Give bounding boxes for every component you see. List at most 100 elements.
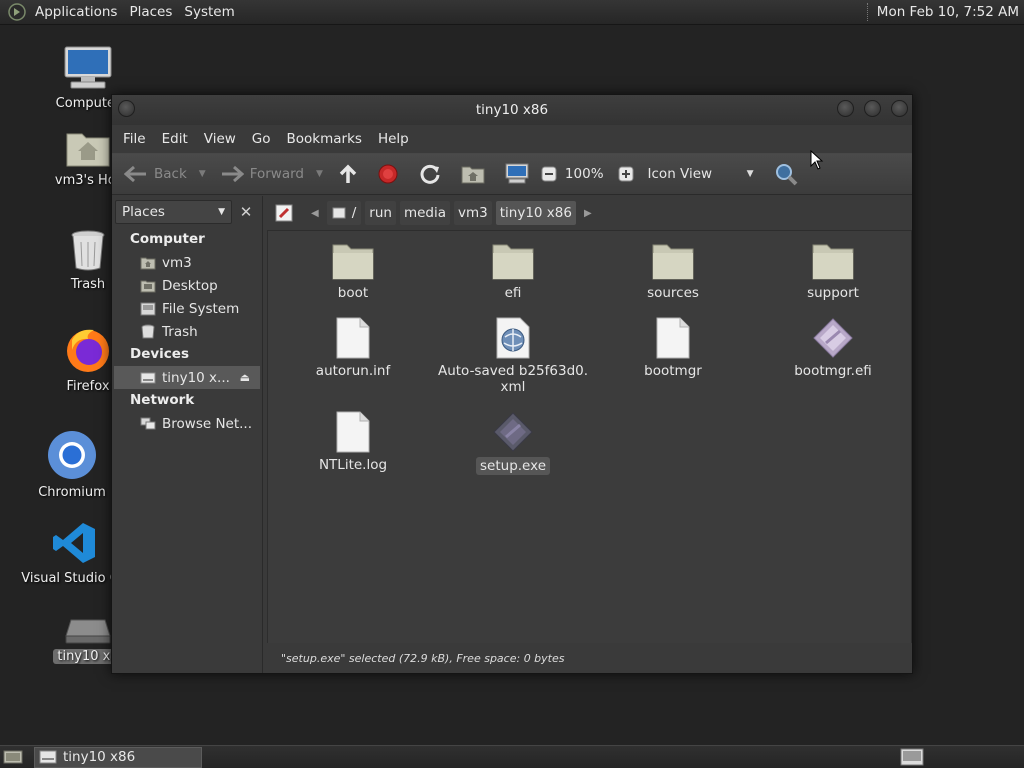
workspace-switcher[interactable] [898, 747, 926, 767]
up-arrow-icon [339, 164, 357, 183]
taskbar-item-tiny10[interactable]: tiny10 x86 [34, 746, 202, 768]
edit-location-button[interactable] [271, 201, 297, 225]
sidebar-item-tiny10[interactable]: tiny10 x... ⏏ [114, 366, 260, 389]
bottom-panel: tiny10 x86 [0, 745, 1024, 768]
folder-icon [652, 244, 694, 280]
view-mode-select[interactable]: Icon View ▼ [638, 166, 762, 182]
folder-icon [492, 244, 534, 280]
computer-button[interactable] [501, 159, 533, 189]
trash-icon [71, 230, 105, 271]
close-side-pane-button[interactable]: ✕ [234, 200, 258, 224]
executable-icon [813, 318, 853, 358]
eject-icon[interactable]: ⏏ [240, 371, 250, 384]
breadcrumb-media[interactable]: media [399, 201, 450, 225]
breadcrumb-left-arrow[interactable]: ◀ [303, 208, 327, 219]
vscode-icon [53, 523, 95, 563]
file-item-auto-saved-xml[interactable]: Auto-saved b25f63d0. xml [433, 317, 593, 395]
show-desktop-button[interactable] [0, 746, 26, 768]
zoom-in-icon [618, 166, 634, 182]
breadcrumb-root[interactable]: / [326, 201, 362, 225]
breadcrumb-vm3[interactable]: vm3 [454, 201, 492, 225]
maximize-button[interactable] [864, 100, 881, 117]
menubar: File Edit View Go Bookmarks Help [112, 125, 912, 153]
close-button[interactable] [891, 100, 908, 117]
sidebar-item-trash[interactable]: Trash [112, 320, 262, 343]
file-item-sources[interactable]: sources [593, 241, 753, 301]
stop-button[interactable] [373, 159, 403, 189]
file-label: autorun.inf [315, 363, 391, 379]
window-menu-button[interactable] [118, 100, 135, 117]
drive-icon [65, 619, 111, 644]
applications-logo-icon[interactable] [6, 1, 28, 23]
file-label: efi [504, 285, 522, 301]
file-label: boot [337, 285, 369, 301]
file-item-setup-exe[interactable]: setup.exe [433, 411, 593, 475]
folder-icon [332, 244, 374, 280]
side-pane-selector[interactable]: Places ▼ [115, 200, 232, 224]
file-label: sources [647, 285, 699, 301]
sidebar-item-file-system[interactable]: File System [112, 297, 262, 320]
icon-view[interactable]: boot efi sources support autorun.inf Aut… [267, 230, 912, 644]
file-manager-window: tiny10 x86 File Edit View Go Bookmarks H… [111, 94, 913, 674]
menu-help[interactable]: Help [370, 131, 417, 147]
section-devices: Devices [130, 346, 189, 362]
forward-history-dropdown[interactable]: ▼ [316, 169, 323, 179]
side-pane: Places ▼ ✕ Computer vm3 Desktop File Sys… [112, 196, 263, 673]
menu-go[interactable]: Go [244, 131, 279, 147]
zoom-out-button[interactable]: 100% [537, 159, 614, 189]
forward-button[interactable]: Forward ▼ [216, 159, 327, 189]
sidebar-item-label: tiny10 x... [162, 369, 230, 386]
home-folder-icon [66, 133, 110, 167]
sidebar-item-browse-network[interactable]: Browse Net... [112, 412, 262, 435]
desktop-icon-label: Trash [70, 277, 106, 292]
file-label-line1: Auto-saved b25f63d0. [437, 363, 589, 379]
home-button[interactable] [457, 159, 489, 189]
minimize-button[interactable] [837, 100, 854, 117]
up-button[interactable] [333, 159, 363, 189]
trash-icon [141, 324, 155, 339]
sidebar-item-desktop[interactable]: Desktop [112, 274, 262, 297]
applications-menu[interactable]: Applications [31, 4, 125, 20]
menu-bookmarks[interactable]: Bookmarks [279, 131, 370, 147]
file-item-bootmgr[interactable]: bootmgr [593, 317, 753, 379]
places-menu[interactable]: Places [125, 4, 180, 20]
menu-edit[interactable]: Edit [154, 131, 196, 147]
menu-view[interactable]: View [196, 131, 244, 147]
top-panel: Applications Places System Mon Feb 10, 7… [0, 0, 1024, 25]
drive-icon [140, 372, 156, 383]
zoom-in-button[interactable] [614, 159, 638, 189]
file-item-efi[interactable]: efi [433, 241, 593, 301]
breadcrumb-right-arrow[interactable]: ▶ [580, 208, 600, 219]
edit-pencil-icon [275, 204, 293, 222]
view-mode-label: Icon View [647, 166, 713, 182]
file-item-bootmgr-efi[interactable]: bootmgr.efi [753, 317, 913, 379]
document-icon [336, 317, 370, 359]
drive-icon [140, 302, 156, 315]
file-label: setup.exe [476, 457, 550, 475]
firefox-icon [67, 329, 109, 372]
status-bar: "setup.exe" selected (72.9 kB), Free spa… [267, 643, 912, 673]
back-button[interactable]: Back ▼ [120, 159, 210, 189]
window-titlebar[interactable]: tiny10 x86 [112, 95, 912, 125]
back-arrow-icon [124, 165, 146, 183]
file-item-autorun[interactable]: autorun.inf [273, 317, 433, 379]
file-item-ntlite-log[interactable]: NTLite.log [273, 411, 433, 473]
taskbar-item-label: tiny10 x86 [63, 749, 136, 765]
file-label: Auto-saved b25f63d0. xml [438, 363, 588, 395]
system-menu[interactable]: System [180, 4, 242, 20]
back-history-dropdown[interactable]: ▼ [199, 169, 206, 179]
file-item-boot[interactable]: boot [273, 241, 433, 301]
sidebar-item-vm3[interactable]: vm3 [112, 251, 262, 274]
breadcrumb-run[interactable]: run [365, 201, 396, 225]
breadcrumb-tiny10[interactable]: tiny10 x86 [495, 201, 576, 225]
panel-handle[interactable] [866, 3, 869, 21]
breadcrumb-root-label: / [351, 205, 357, 221]
file-item-support[interactable]: support [753, 241, 913, 301]
clock[interactable]: Mon Feb 10, 7:52 AM [877, 4, 1024, 20]
desktop-icon-label: Chromium [38, 485, 106, 500]
folder-icon [812, 244, 854, 280]
search-button[interactable] [770, 159, 802, 189]
network-icon [140, 417, 156, 429]
reload-button[interactable] [415, 159, 445, 189]
menu-file[interactable]: File [115, 131, 154, 147]
